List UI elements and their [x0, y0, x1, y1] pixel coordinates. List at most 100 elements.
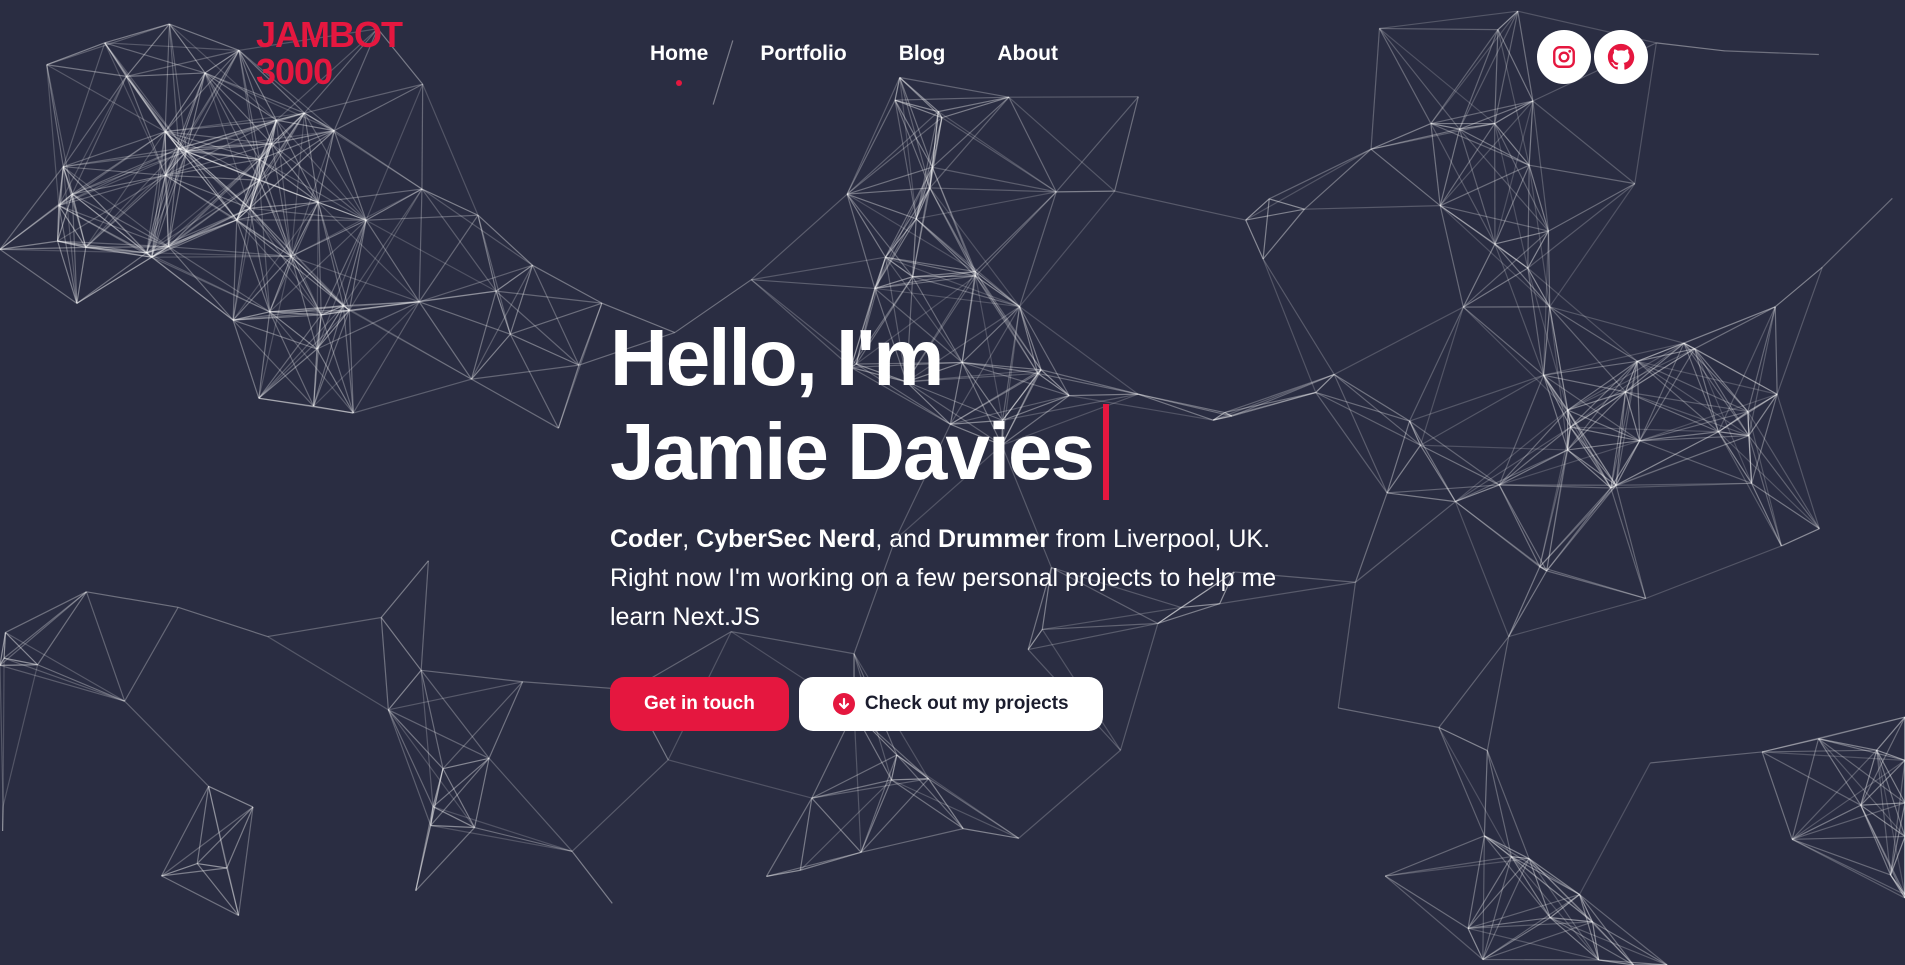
network-line: [571, 759, 669, 852]
nav-item-home[interactable]: Home: [650, 42, 708, 86]
network-line: [1579, 762, 1651, 895]
network-line: [1386, 492, 1456, 503]
network-line: [1494, 123, 1529, 269]
network-line: [853, 711, 862, 853]
network-line: [419, 290, 497, 303]
network-line: [318, 188, 423, 203]
network-line: [1791, 804, 1862, 840]
network-line: [811, 779, 892, 799]
get-in-touch-button[interactable]: Get in touch: [610, 677, 789, 731]
hero-intro: Coder, CyberSec Nerd, and Drummer from L…: [610, 520, 1300, 637]
network-line: [2, 664, 39, 807]
network-line: [124, 607, 179, 702]
network-line: [750, 193, 848, 281]
site-logo[interactable]: JAMBOT 3000: [256, 16, 403, 90]
network-line: [1546, 487, 1612, 572]
network-line: [470, 290, 497, 380]
network-line: [1370, 123, 1432, 150]
intro-role-coder: Coder: [610, 525, 683, 553]
network-line: [1694, 348, 1749, 412]
network-line: [929, 187, 1021, 307]
network-line: [885, 256, 1020, 308]
network-line: [365, 219, 497, 292]
network-line: [1774, 306, 1778, 395]
network-line: [1818, 738, 1905, 837]
network-line: [557, 302, 603, 429]
network-line: [3, 591, 87, 659]
network-line: [1384, 875, 1469, 929]
network-line: [915, 218, 1020, 308]
network-line: [1455, 426, 1571, 503]
network-line: [63, 166, 166, 176]
instagram-icon: [1553, 46, 1575, 68]
instagram-button[interactable]: [1537, 30, 1591, 84]
network-line: [912, 276, 1020, 308]
network-line: [164, 23, 171, 132]
network-line: [874, 187, 931, 289]
network-line: [1304, 205, 1441, 210]
network-line: [1494, 100, 1534, 125]
network-line: [1529, 164, 1635, 185]
network-line: [766, 851, 862, 877]
network-line: [1008, 96, 1057, 193]
network-line: [488, 681, 524, 759]
network-line: [415, 827, 476, 892]
network-line: [1761, 751, 1862, 806]
github-button[interactable]: [1594, 30, 1648, 84]
network-line: [421, 669, 523, 683]
network-line: [1262, 208, 1305, 260]
network-line: [421, 188, 479, 216]
network-line: [1370, 28, 1381, 150]
network-line: [146, 179, 260, 254]
network-line: [177, 606, 268, 638]
network-line: [1615, 485, 1647, 599]
network-line: [928, 778, 1020, 839]
network-line: [1792, 835, 1905, 840]
network-line: [420, 560, 429, 671]
network-line: [46, 42, 105, 66]
network-line: [0, 664, 38, 666]
network-line: [495, 264, 533, 292]
network-line: [0, 665, 4, 807]
network-line: [1550, 917, 1668, 965]
network-line: [37, 591, 87, 666]
network-line: [387, 709, 476, 828]
network-line: [418, 214, 479, 303]
network-line: [1549, 306, 1638, 362]
network-line: [1791, 838, 1891, 876]
network-line: [860, 828, 964, 853]
network-line: [1333, 374, 1388, 494]
network-line: [477, 214, 533, 266]
network-line: [811, 797, 862, 853]
network-line: [1694, 306, 1776, 350]
network-line: [1370, 148, 1441, 207]
network-line: [1333, 373, 1421, 446]
network-line: [846, 193, 887, 258]
network-line: [316, 202, 319, 350]
network-line: [62, 76, 127, 168]
network-line: [1379, 28, 1496, 125]
network-line: [931, 96, 1010, 168]
nav-item-portfolio[interactable]: Portfolio: [760, 42, 846, 66]
network-line: [1385, 856, 1512, 877]
network-line: [1379, 27, 1498, 31]
network-line: [46, 64, 127, 77]
typing-cursor: [1103, 404, 1110, 500]
network-line: [1527, 268, 1545, 376]
network-line: [1717, 431, 1753, 484]
network-line: [1683, 342, 1749, 412]
network-line: [532, 264, 603, 304]
network-line: [891, 779, 964, 830]
network-line: [1494, 164, 1530, 245]
network-line: [1304, 148, 1372, 210]
network-line: [46, 64, 64, 167]
network-line: [0, 248, 78, 304]
network-line: [1818, 716, 1905, 740]
network-line: [931, 167, 977, 277]
network-line: [46, 64, 73, 195]
network-line: [1724, 50, 1819, 56]
nav-item-about[interactable]: About: [997, 42, 1058, 66]
nav-item-blog[interactable]: Blog: [899, 42, 946, 66]
network-line: [847, 187, 930, 195]
check-out-projects-button[interactable]: Check out my projects: [798, 677, 1103, 731]
